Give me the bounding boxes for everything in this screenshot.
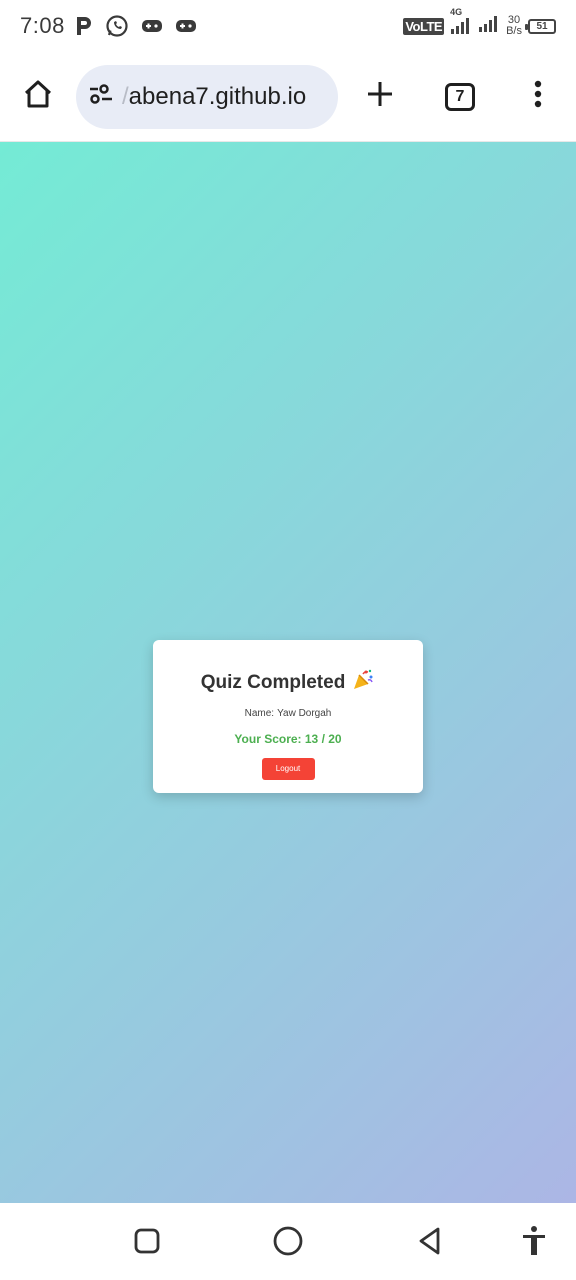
accessibility-icon [520, 1225, 548, 1262]
url-domain: abena7.github.io [128, 82, 307, 110]
system-nav-bar [0, 1203, 576, 1280]
network-speed: 30 B/s [506, 15, 522, 37]
status-bar: 7:08 VoLTE 4G 30 B/s 51 [0, 0, 576, 52]
site-settings-icon[interactable] [88, 81, 114, 112]
browser-toolbar: /abena7.github.io 7 [0, 52, 576, 142]
signal-icon-2 [478, 15, 500, 38]
title-text: Quiz Completed [200, 672, 346, 693]
more-vert-icon [533, 79, 543, 114]
gamepad-icon [175, 18, 197, 34]
recents-button[interactable] [127, 1223, 167, 1263]
new-tab-button[interactable] [360, 77, 400, 117]
accessibility-button[interactable] [514, 1223, 554, 1263]
whatsapp-icon [105, 14, 129, 38]
back-button[interactable] [410, 1223, 450, 1263]
status-notification-icons [75, 14, 197, 38]
url-text: /abena7.github.io [122, 83, 306, 111]
party-popper-icon [351, 668, 375, 698]
score-text: Your Score: 13 / 20 [234, 732, 342, 746]
status-system-icons: VoLTE 4G 30 B/s 51 [403, 7, 556, 38]
back-icon [416, 1226, 444, 1261]
volte-badge: VoLTE [403, 17, 445, 35]
plus-icon [365, 79, 395, 114]
url-bar[interactable]: /abena7.github.io [76, 64, 338, 129]
tab-switcher-button[interactable]: 7 [440, 77, 480, 117]
parking-icon [75, 15, 93, 37]
tabs-icon: 7 [445, 82, 475, 111]
battery-icon: 51 [525, 18, 556, 34]
result-card: Quiz Completed Name: Yaw Dorgah Your Sco… [153, 640, 423, 793]
name-label: Name: [244, 708, 275, 719]
signal-icon: 4G [450, 7, 472, 35]
home-icon [22, 78, 54, 115]
battery-level: 51 [536, 20, 548, 32]
status-time: 7:08 [20, 13, 65, 38]
home-circle-icon [272, 1225, 304, 1262]
more-menu-button[interactable] [518, 77, 558, 117]
page-content: Quiz Completed Name: Yaw Dorgah Your Sco… [0, 142, 576, 1203]
home-button[interactable] [18, 77, 58, 117]
url-fade: / [122, 82, 129, 110]
card-name-row: Name: Yaw Dorgah [153, 708, 423, 719]
recents-icon [133, 1227, 161, 1260]
gamepad-icon [141, 18, 163, 34]
logout-button[interactable]: Logout [261, 758, 315, 780]
card-title: Quiz Completed [153, 668, 423, 698]
speed-unit: B/s [506, 25, 522, 37]
home-nav-button[interactable] [268, 1223, 308, 1263]
name-value: Yaw Dorgah [277, 708, 332, 719]
network-gen: 4G [450, 7, 463, 17]
